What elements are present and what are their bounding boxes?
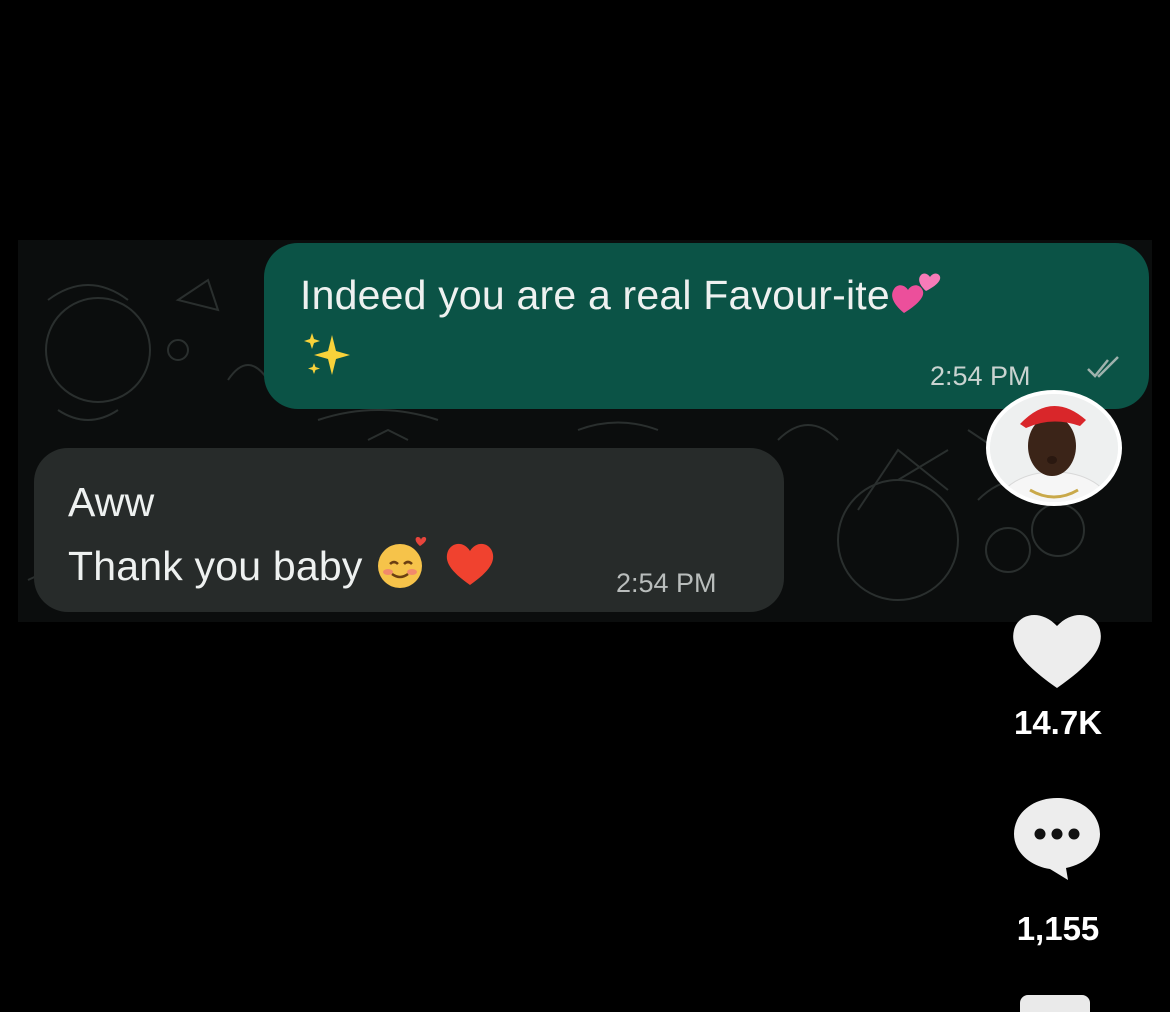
incoming-message-bubble[interactable]: Aww Thank you baby 2:54 PM [34,448,784,612]
incoming-message-line1: Aww [68,479,155,525]
comment-button[interactable] [1010,794,1104,882]
like-count: 14.7K [1013,704,1103,741]
sparkles-emoji-icon [302,329,354,393]
two-hearts-emoji-icon [890,269,942,327]
heart-icon [1013,614,1101,688]
like-button[interactable] [1010,608,1104,690]
double-check-icon [1087,356,1119,378]
creator-avatar[interactable] [986,390,1122,506]
avatar-photo [990,394,1118,502]
video-player[interactable]: Indeed you are a real Favour-ite 2:54 PM… [0,0,1170,1012]
smiling-face-with-hearts-emoji-icon [374,536,432,602]
incoming-message-time: 2:54 PM [616,568,717,598]
outgoing-message-bubble[interactable]: Indeed you are a real Favour-ite 2:54 PM [264,243,1149,409]
outgoing-message-time: 2:54 PM [930,361,1031,391]
comment-count: 1,155 [1016,910,1100,947]
outgoing-message-text: Indeed you are a real Favour-ite [300,272,890,318]
bookmark-icon[interactable] [1020,995,1090,1012]
red-heart-emoji-icon [444,539,496,599]
comment-icon [1014,798,1100,880]
incoming-message-line2: Thank you baby [68,536,496,602]
incoming-message-text: Thank you baby [68,542,363,589]
outgoing-message-line1: Indeed you are a real Favour-ite [300,269,942,327]
